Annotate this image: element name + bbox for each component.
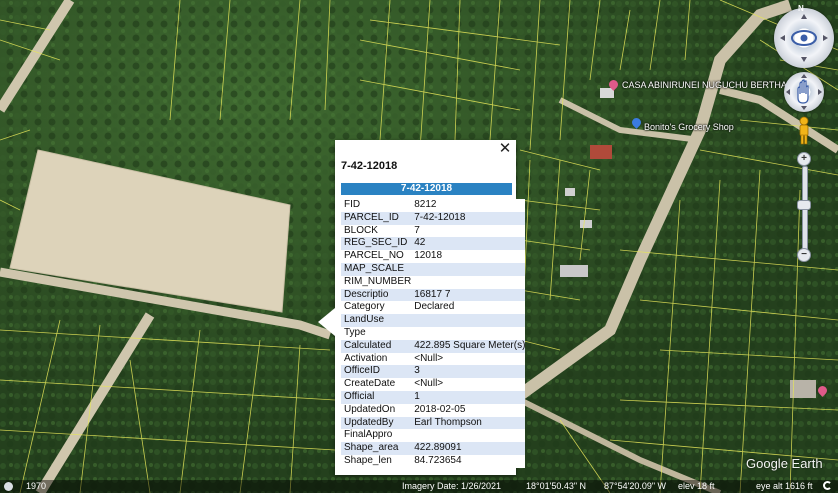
attribute-value (411, 326, 526, 340)
zoom-handle[interactable] (797, 200, 811, 210)
place-label-casa[interactable]: CASA ABINIRUNEI NUGUCHU BERTHA (622, 80, 787, 90)
attribute-key: Type (341, 326, 412, 340)
attribute-row: Category Declared (341, 301, 526, 315)
attribute-value: 7 (411, 224, 526, 238)
move-joystick[interactable] (784, 72, 824, 112)
longitude: 87°54'20.09" W (604, 481, 667, 491)
attribute-value: Earl Thompson (411, 416, 526, 430)
attribute-row: FinalAppro (341, 429, 526, 443)
building (580, 220, 592, 228)
attribute-row: UpdatedOn 2018-02-05 (341, 403, 526, 417)
attribute-row: MAP_SCALE (341, 262, 526, 276)
attribute-key: Official (341, 390, 412, 404)
attribute-row: Official 1 (341, 390, 526, 404)
attribute-key: UpdatedBy (341, 416, 412, 430)
status-bar: 1970 Imagery Date: 1/26/2021 18°01'50.43… (0, 480, 838, 493)
attribute-value: 3 (411, 365, 526, 379)
loading-indicator-icon (823, 481, 832, 490)
imagery-date: Imagery Date: 1/26/2021 (402, 481, 502, 491)
attribute-value: 7-42-12018 (411, 211, 526, 225)
building (565, 188, 575, 196)
attribute-value: 12018 (411, 250, 526, 263)
attribute-key: Calculated (341, 339, 412, 353)
attribute-key: PARCEL_ID (341, 211, 412, 225)
elevation: elev 18 ft (678, 481, 715, 491)
attribute-value: <Null> (411, 378, 526, 391)
zoom-in-button[interactable]: + (797, 152, 811, 166)
attribute-value (411, 314, 526, 327)
parcel-info-balloon: ✕ 7-42-12018 7-42-12018 FID 8212 PARCEL_ID… (318, 140, 526, 475)
balloon-pointer (318, 308, 335, 336)
attribute-value: 84.723654 (411, 454, 526, 468)
attribute-key: LandUse (341, 314, 412, 327)
historical-imagery-icon[interactable] (4, 482, 13, 491)
attribute-table: FID 8212 PARCEL_ID 7-42-12018 BLOCK 7 REG_SEC_… (341, 199, 526, 468)
attribute-table-header: 7-42-12018 (341, 183, 512, 195)
attribute-key: CreateDate (341, 378, 412, 391)
street-view-pegman-icon[interactable] (796, 116, 812, 146)
building (560, 265, 588, 277)
eye-altitude: eye alt 1616 ft (756, 481, 813, 491)
attribute-key: UpdatedOn (341, 403, 412, 417)
attribute-key: REG_SEC_ID (341, 237, 412, 251)
attribute-value (411, 429, 526, 443)
attribute-value (411, 275, 526, 289)
hand-icon (786, 74, 822, 110)
building (590, 145, 612, 159)
attribute-value: 8212 (411, 199, 526, 212)
attribute-row: PARCEL_NO 12018 (341, 250, 526, 263)
attribute-row: RIM_NUMBER (341, 275, 526, 289)
attribute-key: Descriptio (341, 288, 412, 302)
google-earth-logo: Google Earth (746, 456, 823, 471)
attribute-value: 2018-02-05 (411, 403, 526, 417)
place-label-grocery[interactable]: Bonito's Grocery Shop (644, 122, 734, 132)
attribute-key: FinalAppro (341, 429, 412, 443)
attribute-row: REG_SEC_ID 42 (341, 237, 526, 251)
attribute-key: Shape_area (341, 442, 412, 455)
attribute-value: Declared (411, 301, 526, 315)
attribute-key: PARCEL_NO (341, 250, 412, 263)
attribute-value: 42 (411, 237, 526, 251)
eye-icon (780, 14, 828, 62)
attribute-value (411, 262, 526, 276)
attribute-value: <Null> (411, 352, 526, 366)
attribute-row: Descriptio 16817 7 (341, 288, 526, 302)
zoom-slider[interactable]: + − (797, 152, 811, 264)
balloon-title: 7-42-12018 (341, 160, 398, 172)
latitude: 18°01'50.43" N (526, 481, 587, 491)
attribute-key: RIM_NUMBER (341, 275, 412, 289)
attribute-value: 422.89091 (411, 442, 526, 455)
attribute-row: Calculated 422.895 Square Meter(s) (341, 339, 526, 353)
attribute-row: BLOCK 7 (341, 224, 526, 238)
attribute-row: Shape_area 422.89091 (341, 442, 526, 455)
attribute-row: UpdatedBy Earl Thompson (341, 416, 526, 430)
zoom-out-button[interactable]: − (797, 248, 811, 262)
attribute-row: CreateDate <Null> (341, 378, 526, 391)
attribute-row: FID 8212 (341, 199, 526, 212)
attribute-row: PARCEL_ID 7-42-12018 (341, 211, 526, 225)
attribute-key: Activation (341, 352, 412, 366)
attribute-row: OfficeID 3 (341, 365, 526, 379)
attribute-row: LandUse (341, 314, 526, 327)
attribute-row: Type (341, 326, 526, 340)
attribute-key: OfficeID (341, 365, 412, 379)
attribute-key: Shape_len (341, 454, 412, 468)
look-joystick[interactable] (774, 8, 834, 68)
historical-year[interactable]: 1970 (26, 481, 46, 491)
attribute-key: FID (341, 199, 412, 212)
attribute-row: Shape_len 84.723654 (341, 454, 526, 468)
attribute-value: 1 (411, 390, 526, 404)
attribute-row: Activation <Null> (341, 352, 526, 366)
attribute-key: Category (341, 301, 412, 315)
close-icon[interactable]: ✕ (498, 141, 512, 156)
attribute-key: BLOCK (341, 224, 412, 238)
north-indicator[interactable]: N (798, 4, 804, 13)
attribute-key: MAP_SCALE (341, 262, 412, 276)
attribute-value: 16817 7 (411, 288, 526, 302)
attribute-value: 422.895 Square Meter(s) (411, 339, 526, 353)
